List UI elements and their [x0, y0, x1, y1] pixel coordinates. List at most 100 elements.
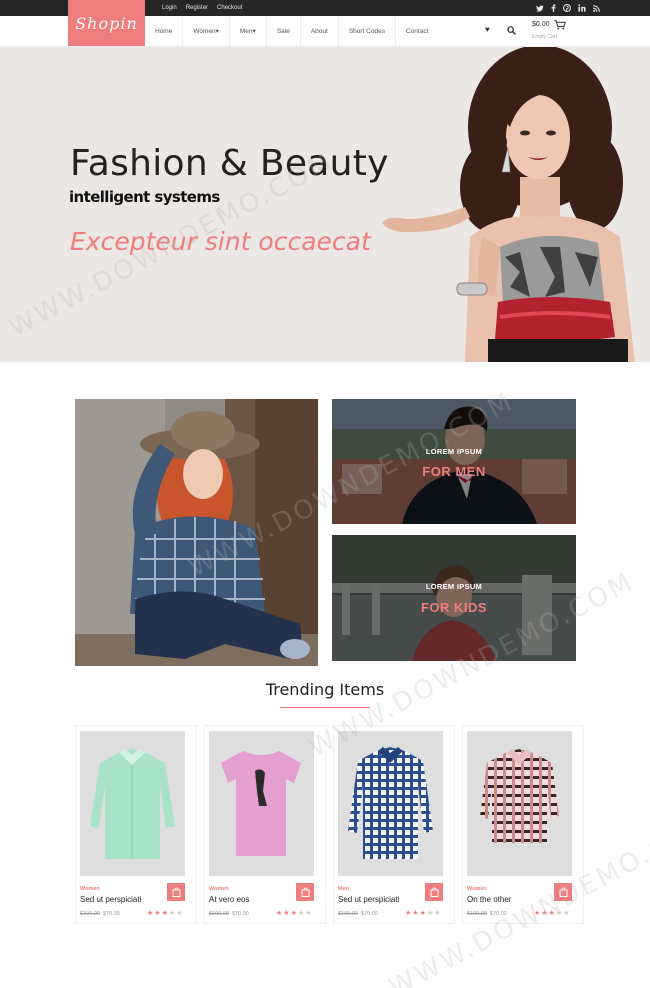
- main-nav: Home Women▾ Men▾ Sale About Short Codes …: [145, 16, 438, 46]
- product-price: $70.00: [489, 911, 507, 917]
- product-rating: ★ ★ ★ ★ ★: [534, 910, 569, 917]
- product-prices: $100.00 $70.00: [338, 911, 378, 917]
- add-to-cart-button[interactable]: [296, 883, 314, 901]
- product-category: Men: [338, 886, 349, 892]
- product-prices: $100.00 $70.00: [467, 911, 507, 917]
- promo-women-image: [75, 399, 318, 666]
- hero-title: Fashion & Beauty: [70, 143, 389, 184]
- promo-tile-men[interactable]: LOREM IPSUM FOR MEN: [332, 399, 576, 524]
- account-links: Login Register Checkout: [162, 0, 242, 16]
- promo-kids-kicker: LOREM IPSUM: [425, 582, 483, 591]
- product-image[interactable]: [209, 731, 314, 876]
- star-icon: ★: [548, 910, 555, 917]
- pinterest-icon[interactable]: [563, 4, 571, 12]
- product-card[interactable]: Women At vero eos $100.00 $70.00 ★ ★ ★ ★ ★: [204, 725, 326, 924]
- nav-item-contact[interactable]: Contact: [396, 16, 438, 46]
- product-price: $70.00: [102, 911, 120, 917]
- product-name[interactable]: Sed ut perspiciati: [80, 895, 141, 904]
- star-icon: ★: [154, 910, 161, 917]
- nav-item-home[interactable]: Home: [145, 16, 184, 46]
- star-icon: ★: [426, 910, 434, 917]
- product-price: $70.00: [360, 911, 378, 917]
- star-icon: ★: [412, 910, 419, 917]
- nav-item-about[interactable]: About: [301, 16, 339, 46]
- promo-tile-kids[interactable]: LOREM IPSUM FOR KIDS: [332, 535, 576, 661]
- trending-underline: [280, 707, 370, 708]
- shopping-cart-icon[interactable]: [554, 20, 566, 30]
- add-to-cart-button[interactable]: [554, 883, 572, 901]
- product-category: Women: [467, 886, 487, 892]
- star-icon: ★: [555, 910, 563, 917]
- promo-tile-women[interactable]: [75, 399, 318, 666]
- star-icon: ★: [290, 910, 297, 917]
- rss-icon[interactable]: [593, 4, 600, 12]
- shopping-bag-icon: [430, 887, 438, 897]
- shopping-bag-icon: [301, 887, 309, 897]
- product-name[interactable]: On the other: [467, 895, 511, 904]
- product-category: Women: [80, 886, 100, 892]
- product-card[interactable]: Women Sed ut perspiciati $100.00 $70.00 ★…: [75, 725, 197, 924]
- search-icon[interactable]: [507, 26, 516, 35]
- promo-men-overlay: [332, 399, 576, 524]
- checkout-link[interactable]: Checkout: [217, 5, 242, 11]
- cart-total[interactable]: $0.00: [532, 21, 550, 28]
- star-icon: ★: [283, 910, 290, 917]
- star-icon: ★: [276, 910, 283, 917]
- wishlist-heart-icon[interactable]: ♥: [485, 25, 495, 35]
- nav-item-sale[interactable]: Sale: [267, 16, 301, 46]
- product-category: Women: [209, 886, 229, 892]
- star-icon: ★: [297, 910, 305, 917]
- product-prices: $100.00 $70.00: [209, 911, 249, 917]
- star-icon: ★: [541, 910, 548, 917]
- star-icon: ★: [176, 910, 183, 917]
- product-image[interactable]: [80, 731, 185, 876]
- product-card[interactable]: Women On the other $100.00 $70.00 ★ ★ ★ ★ ★: [462, 725, 584, 924]
- site-logo[interactable]: Shopin: [68, 0, 145, 46]
- star-icon: ★: [534, 910, 541, 917]
- promo-kids-overlay: [332, 535, 576, 661]
- product-old-price: $100.00: [209, 911, 229, 917]
- product-rating: ★ ★ ★ ★ ★: [405, 910, 440, 917]
- product-image[interactable]: [467, 731, 572, 876]
- login-link[interactable]: Login: [162, 5, 177, 11]
- product-rating: ★ ★ ★ ★ ★: [276, 910, 311, 917]
- twitter-icon[interactable]: [536, 4, 544, 12]
- logo-text: Shopin: [75, 13, 138, 33]
- product-old-price: $100.00: [467, 911, 487, 917]
- star-icon: ★: [405, 910, 412, 917]
- add-to-cart-button[interactable]: [425, 883, 443, 901]
- promo-kids-title[interactable]: FOR KIDS: [332, 600, 576, 615]
- hero-model-image: [370, 47, 650, 362]
- star-icon: ★: [305, 910, 312, 917]
- nav-item-short-codes[interactable]: Short Codes: [339, 16, 396, 46]
- hero-tagline: Excepteur sint occaecat: [70, 227, 371, 256]
- product-old-price: $100.00: [80, 911, 100, 917]
- product-old-price: $100.00: [338, 911, 358, 917]
- star-icon: ★: [563, 910, 570, 917]
- shopping-bag-icon: [559, 887, 567, 897]
- facebook-icon[interactable]: [551, 4, 556, 12]
- product-card[interactable]: Men Sed ut perspiciati $100.00 $70.00 ★ ★ ★…: [333, 725, 455, 924]
- cart-status[interactable]: Empty Cart: [532, 34, 557, 40]
- trending-title: Trending Items: [265, 680, 385, 699]
- nav-item-women[interactable]: Women▾: [183, 16, 230, 46]
- promo-men-title[interactable]: FOR MEN: [332, 464, 576, 479]
- product-name[interactable]: At vero eos: [209, 895, 249, 904]
- shopping-bag-icon: [172, 887, 180, 897]
- hero-subtitle: intelligent systems: [69, 188, 220, 206]
- product-name[interactable]: Sed ut perspiciati: [338, 895, 399, 904]
- linkedin-icon[interactable]: [578, 4, 586, 12]
- promo-men-kicker: LOREM IPSUM: [425, 447, 483, 456]
- register-link[interactable]: Register: [186, 5, 208, 11]
- add-to-cart-button[interactable]: [167, 883, 185, 901]
- product-prices: $100.00 $70.00: [80, 911, 120, 917]
- star-icon: ★: [161, 910, 168, 917]
- star-icon: ★: [434, 910, 441, 917]
- social-links: [536, 0, 600, 16]
- star-icon: ★: [147, 910, 154, 917]
- star-icon: ★: [168, 910, 176, 917]
- product-image[interactable]: [338, 731, 443, 876]
- nav-item-men[interactable]: Men▾: [230, 16, 267, 46]
- hero-banner: Fashion & Beauty intelligent systems Exc…: [0, 47, 650, 362]
- product-rating: ★ ★ ★ ★ ★: [147, 910, 182, 917]
